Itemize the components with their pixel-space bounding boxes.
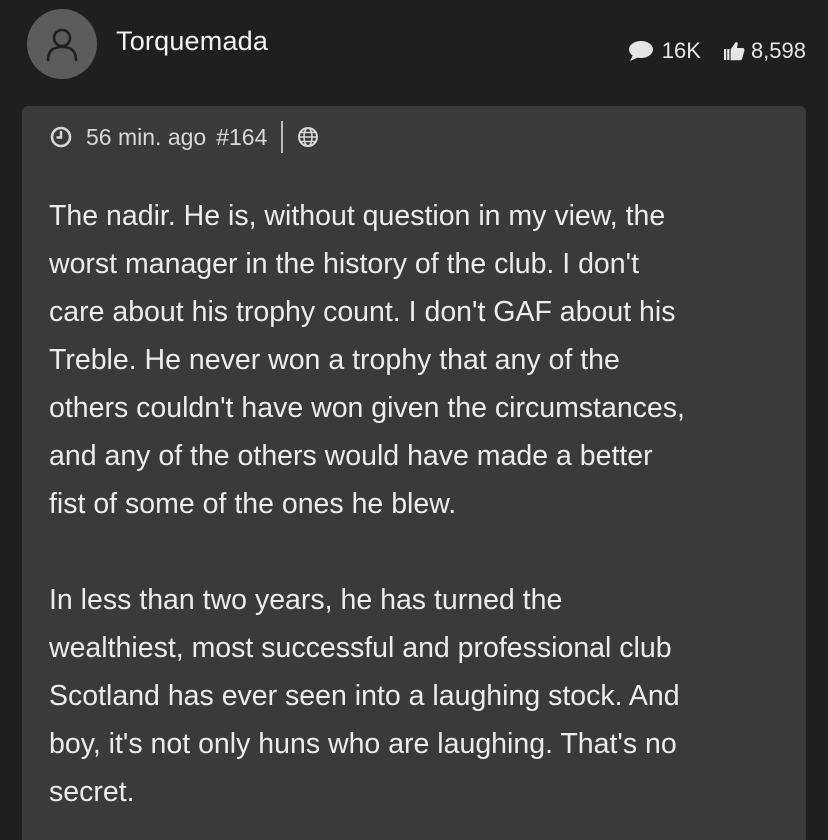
comments-count: 16K: [628, 38, 701, 64]
author-name[interactable]: Torquemada: [116, 26, 268, 57]
post-paragraph: The nadir. He is, without question in my…: [49, 200, 685, 520]
likes-count-value: 8,598: [750, 38, 806, 63]
post-card: 56 min. ago #164 The nadir. He is, witho…: [22, 106, 806, 840]
post-paragraph: In less than two years, he has turned th…: [49, 584, 680, 808]
post-timestamp[interactable]: 56 min. ago: [86, 124, 206, 151]
author-stats: 16K 8,598: [628, 38, 806, 64]
post-body: The nadir. He is, without question in my…: [49, 192, 789, 816]
post-page: Torquemada 16K 8,598 56 min. ago #164 Th…: [0, 0, 828, 840]
comments-count-value: 16K: [661, 38, 701, 63]
avatar[interactable]: [27, 9, 97, 79]
thumbs-up-icon: [723, 42, 745, 61]
post-number[interactable]: #164: [216, 124, 267, 151]
user-outline-icon: [46, 28, 78, 62]
likes-count: 8,598: [723, 38, 806, 64]
globe-icon[interactable]: [297, 126, 319, 148]
clock-icon: [50, 126, 72, 148]
speech-bubble-icon: [628, 41, 653, 61]
post-meta: 56 min. ago #164: [50, 121, 319, 153]
meta-divider: [281, 121, 284, 153]
